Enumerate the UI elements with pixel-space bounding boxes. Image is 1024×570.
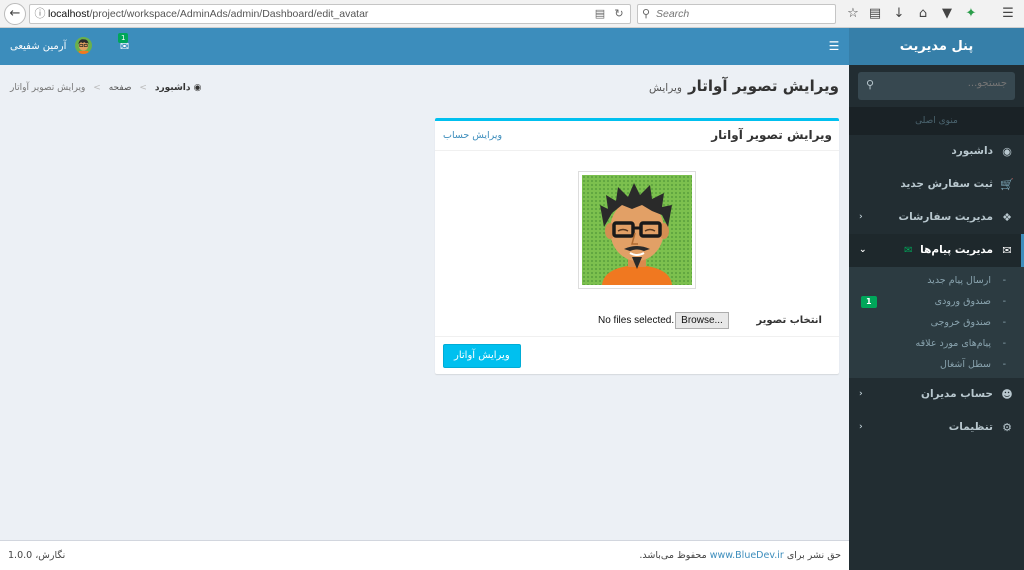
dash-icon: - bbox=[1002, 359, 1006, 370]
mail-count-badge: 1 bbox=[118, 33, 129, 43]
copyright-text: حق نشر برای www.BlueDev.ir محفوظ می‌باشد… bbox=[639, 550, 841, 561]
home-icon[interactable]: ⌂ bbox=[913, 4, 933, 24]
sidebar: پنل مدیریت ⚲ منوی اصلی ◉ داشبورد 🛒 ثبت س… bbox=[849, 28, 1024, 570]
copyright-prefix: حق نشر برای bbox=[786, 550, 841, 561]
sidebar-item-label: مدیریت سفارشات bbox=[898, 211, 993, 223]
browser-search-input[interactable] bbox=[656, 7, 831, 21]
search-icon: ⚲ bbox=[642, 7, 651, 20]
sidebar-item-new-order[interactable]: 🛒 ثبت سفارش جدید bbox=[849, 168, 1024, 201]
sidebar-toggle-icon[interactable]: ☰ bbox=[827, 28, 841, 65]
submenu-item-outbox[interactable]: - صندوق خروجی bbox=[849, 312, 1024, 333]
dash-icon: - bbox=[1002, 338, 1006, 349]
sidebar-header: منوی اصلی bbox=[849, 107, 1024, 135]
avatar-file-input[interactable]: No files selected. Browse... bbox=[598, 312, 729, 329]
dash-icon: - bbox=[1002, 275, 1006, 286]
info-icon[interactable]: ⓘ bbox=[33, 7, 47, 21]
submit-avatar-button[interactable]: ویرایش آواتار bbox=[443, 344, 521, 368]
reload-icon[interactable]: ↻ bbox=[611, 7, 627, 21]
sidebar-item-label: تنظیمات bbox=[948, 421, 993, 433]
inbox-count-badge: 1 bbox=[861, 296, 877, 308]
sidebar-item-admin-accounts[interactable]: ☻ حساب مدیران ‹ bbox=[849, 378, 1024, 411]
file-field-label: انتخاب تصویر bbox=[756, 315, 822, 326]
avatar-preview bbox=[578, 171, 696, 289]
download-icon[interactable]: ↓ bbox=[889, 4, 909, 24]
chevron-left-icon: ‹ bbox=[859, 212, 863, 222]
envelope-icon: ✉ bbox=[1002, 244, 1012, 257]
url-text[interactable]: localhost/project/workspace/AdminAds/adm… bbox=[48, 8, 368, 20]
breadcrumb-separator-icon: > bbox=[139, 83, 147, 93]
breadcrumb-separator-icon: > bbox=[93, 83, 101, 93]
submenu-label: صندوق ورودی bbox=[934, 296, 991, 307]
browser-toolbar: ← ⓘ localhost/project/workspace/AdminAds… bbox=[0, 0, 1024, 28]
sidebar-item-label: حساب مدیران bbox=[920, 388, 993, 400]
dashboard-icon: ◉ bbox=[193, 83, 202, 93]
submenu-label: صندوق خروجی bbox=[930, 317, 991, 328]
breadcrumb-home[interactable]: ◉ داشبورد bbox=[155, 83, 202, 93]
address-bar[interactable]: ⓘ localhost/project/workspace/AdminAds/a… bbox=[29, 4, 631, 24]
page-title-text: ویرایش تصویر آواتار bbox=[688, 77, 839, 95]
file-row: انتخاب تصویر No files selected. Browse... bbox=[435, 312, 839, 332]
submenu-label: سطل آشغال bbox=[940, 359, 991, 370]
copyright-suffix: محفوظ می‌باشد. bbox=[639, 550, 707, 561]
dash-icon: - bbox=[1002, 296, 1006, 307]
gear-icon: ⚙ bbox=[1002, 421, 1012, 434]
search-icon[interactable]: ⚲ bbox=[866, 78, 874, 91]
sidebar-item-messages[interactable]: ✉ مدیریت پیام‌ها ✉ ⌄ bbox=[849, 234, 1024, 267]
sidebar-item-dashboard[interactable]: ◉ داشبورد bbox=[849, 135, 1024, 168]
breadcrumb-home-label: داشبورد bbox=[154, 83, 191, 93]
avatar[interactable] bbox=[75, 37, 92, 54]
sidebar-item-label: ثبت سفارش جدید bbox=[900, 178, 993, 190]
sidebar-item-orders[interactable]: ❖ مدیریت سفارشات ‹ bbox=[849, 201, 1024, 234]
submenu-item-send[interactable]: - ارسال پیام جدید bbox=[849, 270, 1024, 291]
box-title: ویرایش تصویر آواتار bbox=[711, 128, 832, 142]
main-content: ویرایش تصویر آواتار ویرایش ◉ داشبورد > صف… bbox=[0, 65, 849, 540]
pocket-icon[interactable]: ▼ bbox=[937, 4, 957, 24]
cubes-icon: ❖ bbox=[1002, 211, 1012, 224]
dashboard-icon: ◉ bbox=[1002, 145, 1012, 158]
sidebar-item-label: مدیریت پیام‌ها bbox=[920, 244, 993, 256]
sidebar-search-input[interactable] bbox=[887, 78, 1007, 89]
submenu-item-favorites[interactable]: - پیام‌های مورد علاقه bbox=[849, 333, 1024, 354]
username[interactable]: آرمین شفیعی bbox=[10, 28, 66, 65]
dash-icon: - bbox=[1002, 317, 1006, 328]
submenu-label: پیام‌های مورد علاقه bbox=[915, 338, 991, 349]
browser-search-bar[interactable]: ⚲ bbox=[637, 4, 836, 24]
bookmark-star-icon[interactable]: ☆ bbox=[843, 4, 863, 24]
extension-icon[interactable]: ✦ bbox=[961, 4, 981, 24]
sidebar-search: ⚲ bbox=[858, 72, 1015, 100]
edit-account-link[interactable]: ویرایش حساب bbox=[443, 130, 502, 141]
chevron-left-icon: ‹ bbox=[859, 422, 863, 432]
submenu-label: ارسال پیام جدید bbox=[927, 275, 991, 286]
submenu-item-inbox[interactable]: - صندوق ورودی 1 bbox=[849, 291, 1024, 312]
file-status-text: No files selected. bbox=[598, 315, 675, 326]
page-footer: حق نشر برای www.BlueDev.ir محفوظ می‌باشد… bbox=[0, 540, 849, 570]
page-subtitle: ویرایش bbox=[648, 82, 682, 94]
back-arrow-icon[interactable]: ← bbox=[4, 3, 26, 25]
chevron-down-icon: ⌄ bbox=[859, 245, 867, 255]
brand-logo[interactable]: پنل مدیریت bbox=[849, 28, 1024, 65]
chevron-left-icon: ‹ bbox=[859, 389, 863, 399]
edit-avatar-box: ویرایش تصویر آواتار ویرایش حساب انتخاب ت… bbox=[435, 118, 839, 374]
messages-submenu: - ارسال پیام جدید - صندوق ورودی 1 - صندو… bbox=[849, 267, 1024, 378]
reader-view-icon[interactable]: ▤ bbox=[592, 7, 608, 21]
hamburger-menu-icon[interactable]: ☰ bbox=[998, 4, 1018, 24]
sidebar-item-label: داشبورد bbox=[951, 145, 993, 157]
top-navbar: ☰ ✉ 1 آرمین شفیعی bbox=[0, 28, 849, 65]
site-link[interactable]: www.BlueDev.ir bbox=[710, 550, 784, 561]
sidebar-item-settings[interactable]: ⚙ تنظیمات ‹ bbox=[849, 411, 1024, 444]
box-header: ویرایش تصویر آواتار ویرایش حساب bbox=[435, 121, 839, 151]
user-circle-icon: ☻ bbox=[1001, 388, 1013, 401]
breadcrumb: ◉ داشبورد > صفحه > ویرایش تصویر آواتار bbox=[10, 83, 202, 93]
breadcrumb-item[interactable]: صفحه bbox=[109, 83, 132, 93]
cart-icon: 🛒 bbox=[1000, 178, 1014, 191]
submenu-item-trash[interactable]: - سطل آشغال bbox=[849, 354, 1024, 375]
version-text: نگارش، 1.0.0 bbox=[8, 550, 66, 561]
box-footer: ویرایش آواتار bbox=[435, 336, 839, 374]
breadcrumb-current: ویرایش تصویر آواتار bbox=[10, 83, 86, 93]
page-title: ویرایش تصویر آواتار ویرایش bbox=[649, 77, 839, 95]
bookmarks-library-icon[interactable]: ▤ bbox=[865, 4, 885, 24]
browse-button[interactable]: Browse... bbox=[675, 312, 729, 329]
admin-app: پنل مدیریت ⚲ منوی اصلی ◉ داشبورد 🛒 ثبت س… bbox=[0, 28, 1024, 570]
envelope-icon: ✉ bbox=[904, 245, 913, 256]
